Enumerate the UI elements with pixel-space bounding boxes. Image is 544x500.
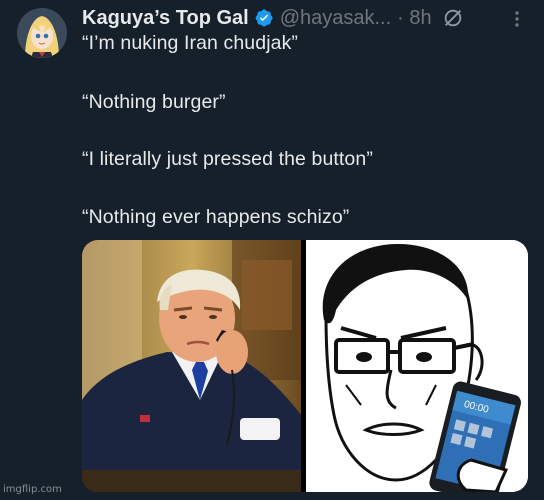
man-on-phone-image [82,240,301,492]
post-time[interactable]: · 8h [397,7,431,30]
imgflip-watermark: imgflip.com [3,484,62,495]
user-handle[interactable]: @hayasak... [280,7,391,30]
post-header: Kaguya’s Top Gal @hayasak... · 8h [82,5,464,31]
tweet: Kaguya’s Top Gal @hayasak... · 8h “I’m n… [0,0,544,500]
post-text-line: “I literally just pressed the button” [82,148,373,170]
avatar-image [17,8,67,58]
display-name[interactable]: Kaguya’s Top Gal [82,7,249,30]
media-photo-left[interactable] [82,240,301,492]
post-text-line: “Nothing burger” [82,91,226,113]
wojak-drawing-image: 00:00 [306,240,528,492]
avatar[interactable] [17,8,67,58]
verified-badge-icon [254,8,274,28]
post-text-line: “I’m nuking Iran chudjak” [82,32,299,54]
media-drawing-right[interactable]: 00:00 [306,240,528,492]
more-options-icon[interactable] [507,7,527,31]
grok-icon[interactable] [442,7,464,29]
post-text-line: “Nothing ever happens schizo” [82,206,350,228]
post-media[interactable]: 00:00 [82,240,528,492]
